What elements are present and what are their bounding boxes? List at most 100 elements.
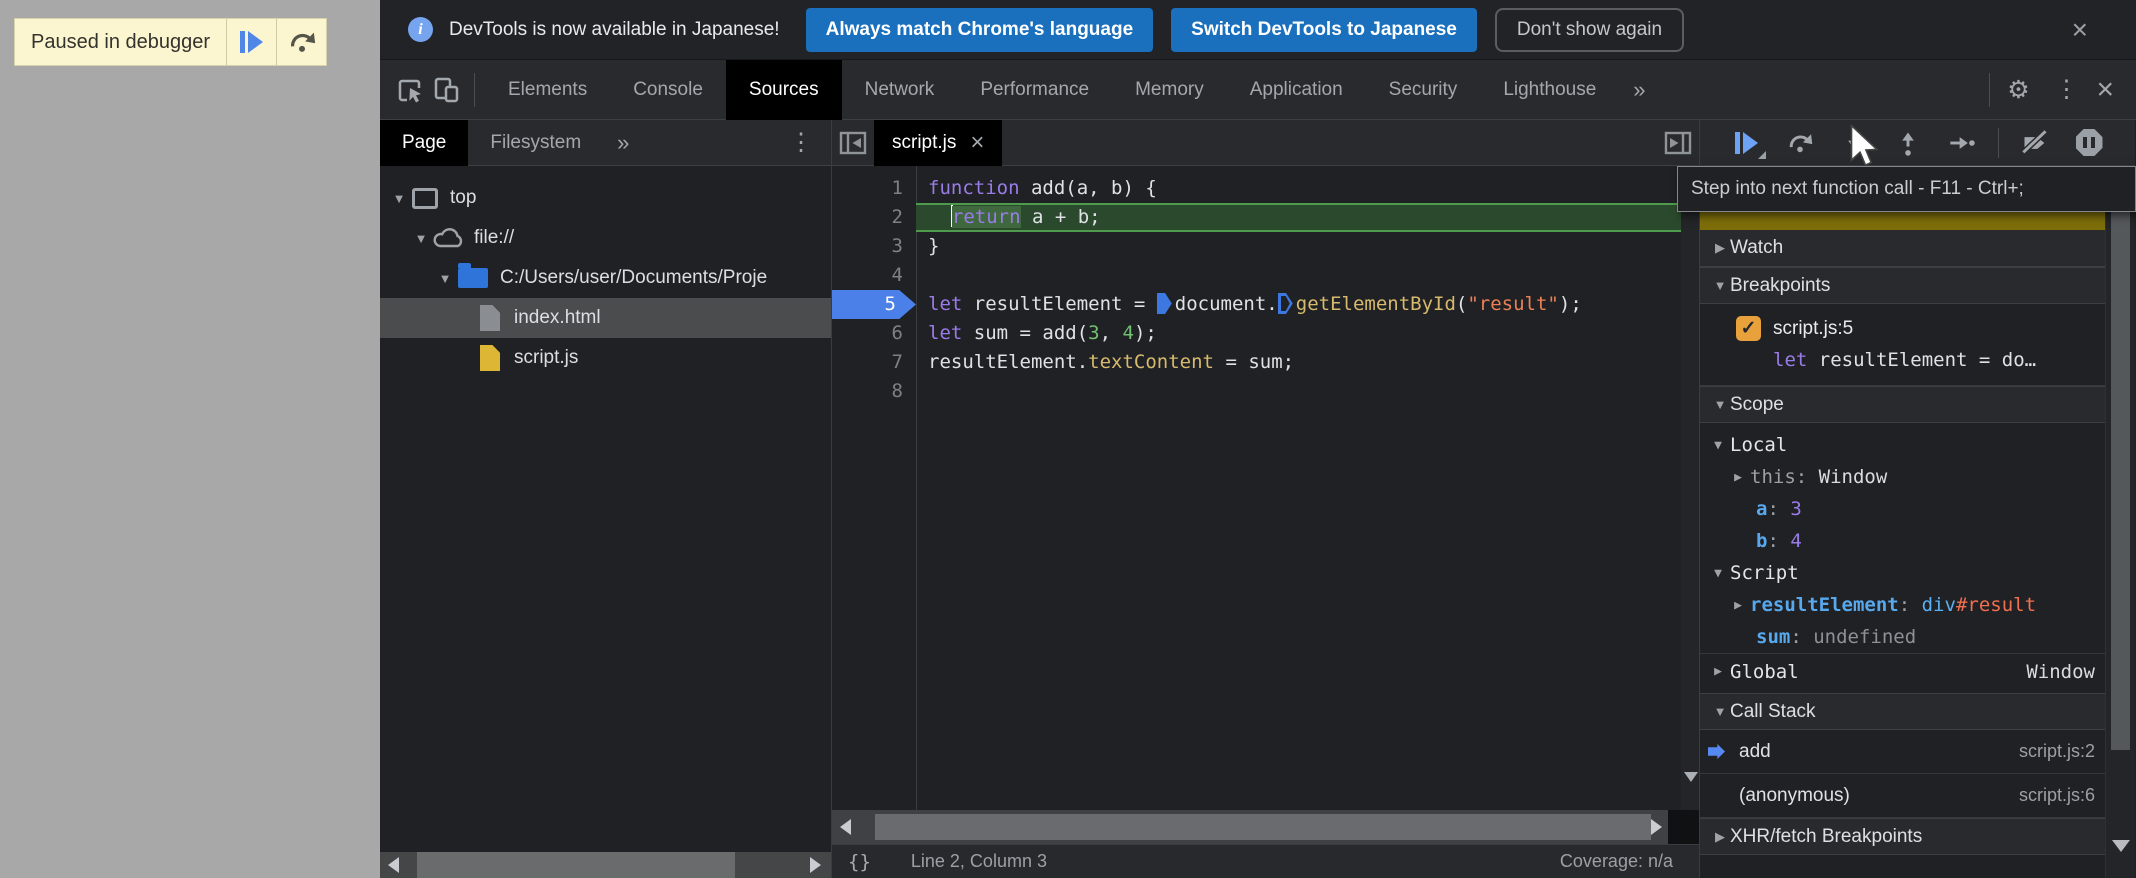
scrollbar-thumb[interactable]: [2111, 212, 2130, 750]
pretty-print-button[interactable]: {}: [848, 851, 871, 873]
code-line-7[interactable]: 7 resultElement.textContent = sum;: [832, 348, 1699, 377]
switch-devtools-japanese-button[interactable]: Switch DevTools to Japanese: [1171, 8, 1477, 52]
editor-tab-script-js[interactable]: script.js ×: [874, 120, 1002, 166]
breakpoint-line-number[interactable]: 5: [832, 290, 916, 319]
caret-down-icon[interactable]: ▼: [410, 231, 432, 246]
breakpoint-entry[interactable]: ✓ script.js:5 let resultElement = do…: [1700, 304, 2105, 386]
dont-show-again-button[interactable]: Don't show again: [1495, 8, 1684, 52]
caret-right-icon[interactable]: ▶: [1726, 470, 1750, 485]
caret-down-icon[interactable]: ▼: [434, 271, 456, 286]
line-number[interactable]: 7: [832, 348, 916, 377]
code-line-1[interactable]: 1 function add(a, b) {: [832, 174, 1699, 203]
tab-security[interactable]: Security: [1366, 60, 1481, 120]
scope-var-this[interactable]: ▶ this: Window: [1700, 461, 2105, 493]
sidebar-vertical-scrollbar[interactable]: [2105, 166, 2135, 878]
scrollbar-thumb[interactable]: [875, 814, 1651, 840]
caret-right-icon[interactable]: ▶: [1700, 240, 1730, 256]
scroll-left-icon[interactable]: [388, 857, 399, 873]
scroll-right-icon[interactable]: [1651, 819, 1662, 835]
navigator-tab-page[interactable]: Page: [380, 120, 468, 166]
more-tabs-button[interactable]: »: [1619, 77, 1659, 103]
caret-right-icon[interactable]: ▶: [1706, 664, 1730, 679]
caret-right-icon[interactable]: ▶: [1700, 829, 1730, 845]
tree-item-script-js[interactable]: script.js: [380, 338, 831, 378]
hide-navigator-button[interactable]: [832, 120, 874, 166]
tab-performance[interactable]: Performance: [957, 60, 1112, 120]
deactivate-breakpoints-button[interactable]: [2013, 123, 2057, 163]
caret-right-icon[interactable]: ▶: [1726, 598, 1750, 613]
tab-elements[interactable]: Elements: [485, 60, 610, 120]
step-over-button[interactable]: [1778, 123, 1822, 163]
scroll-down-icon[interactable]: [2112, 840, 2130, 852]
show-debugger-sidebar-button[interactable]: [1657, 120, 1699, 166]
editor-horizontal-scrollbar[interactable]: [832, 810, 1699, 844]
toggle-device-toolbar-button[interactable]: [428, 72, 464, 108]
section-xhr-breakpoints[interactable]: ▶ XHR/fetch Breakpoints: [1700, 818, 2105, 855]
step-button[interactable]: [1940, 123, 1984, 163]
tree-item-top[interactable]: ▼ top: [380, 178, 831, 218]
pause-on-exceptions-button[interactable]: [2067, 123, 2111, 163]
customize-devtools-button[interactable]: ⋮: [2036, 75, 2096, 104]
line-number[interactable]: 4: [832, 261, 916, 290]
line-number[interactable]: 8: [832, 377, 916, 406]
scrollbar-thumb[interactable]: [417, 852, 735, 878]
caret-down-icon[interactable]: ▼: [1700, 704, 1730, 719]
tab-lighthouse[interactable]: Lighthouse: [1480, 60, 1619, 120]
section-watch[interactable]: ▶ Watch: [1700, 230, 2105, 267]
scroll-right-icon[interactable]: [810, 857, 821, 873]
call-stack-frame-add[interactable]: add script.js:2: [1700, 730, 2105, 774]
code-line-3[interactable]: 3 }: [832, 232, 1699, 261]
breakpoint-checkbox[interactable]: ✓: [1736, 316, 1761, 341]
scope-global-header[interactable]: ▶ Global Window: [1700, 653, 2105, 689]
call-stack-frame-anonymous[interactable]: (anonymous) script.js:6: [1700, 774, 2105, 818]
tab-console[interactable]: Console: [610, 60, 726, 120]
caret-down-icon[interactable]: ▼: [1700, 278, 1730, 293]
scope-var-sum[interactable]: sum: undefined: [1700, 621, 2105, 653]
code-line-2-execution[interactable]: 2 return a + b;: [832, 203, 1699, 232]
navigator-horizontal-scrollbar[interactable]: [380, 852, 831, 878]
tab-application[interactable]: Application: [1227, 60, 1366, 120]
always-match-language-button[interactable]: Always match Chrome's language: [806, 8, 1154, 52]
code-line-8[interactable]: 8: [832, 377, 1699, 406]
line-number[interactable]: 1: [832, 174, 916, 203]
line-number[interactable]: 2: [832, 203, 916, 232]
navigator-more-tabs-button[interactable]: »: [603, 130, 643, 156]
tree-item-index-html[interactable]: index.html: [380, 298, 831, 338]
settings-button[interactable]: ⚙: [2000, 72, 2036, 108]
tab-memory[interactable]: Memory: [1112, 60, 1227, 120]
editor-tab-close-icon[interactable]: ×: [970, 131, 984, 155]
tab-network[interactable]: Network: [842, 60, 958, 120]
scope-local-header[interactable]: ▼ Local: [1700, 429, 2105, 461]
inspect-element-button[interactable]: [392, 72, 428, 108]
resume-script-button[interactable]: [1724, 123, 1768, 163]
infobar-close-icon[interactable]: ×: [2072, 16, 2088, 44]
code-line-4[interactable]: 4: [832, 261, 1699, 290]
tab-sources[interactable]: Sources: [726, 60, 842, 120]
navigator-tab-filesystem[interactable]: Filesystem: [468, 120, 603, 166]
scope-var-b[interactable]: b: 4: [1700, 525, 2105, 557]
section-scope[interactable]: ▼ Scope: [1700, 386, 2105, 423]
banner-resume-button[interactable]: [226, 19, 276, 65]
scope-script-header[interactable]: ▼ Script: [1700, 557, 2105, 589]
editor-vertical-scrollbar[interactable]: [1681, 166, 1699, 810]
section-call-stack[interactable]: ▼ Call Stack: [1700, 693, 2105, 730]
line-number[interactable]: 3: [832, 232, 916, 261]
close-devtools-button[interactable]: ×: [2096, 75, 2114, 105]
scroll-down-icon[interactable]: [1684, 772, 1698, 782]
code-editor[interactable]: 1 function add(a, b) { 2 return a + b; 3…: [832, 166, 1699, 810]
banner-step-over-button[interactable]: [276, 19, 326, 65]
caret-down-icon[interactable]: ▼: [1706, 566, 1730, 581]
caret-down-icon[interactable]: ▼: [388, 191, 410, 206]
step-out-button[interactable]: [1886, 123, 1930, 163]
scope-var-resultelement[interactable]: ▶ resultElement: div#result: [1700, 589, 2105, 621]
caret-down-icon[interactable]: ▼: [1706, 438, 1730, 453]
line-number[interactable]: 6: [832, 319, 916, 348]
section-breakpoints[interactable]: ▼ Breakpoints: [1700, 267, 2105, 304]
scroll-left-icon[interactable]: [840, 819, 851, 835]
tree-item-file-protocol[interactable]: ▼ file://: [380, 218, 831, 258]
tree-item-project-folder[interactable]: ▼ C:/Users/user/Documents/Proje: [380, 258, 831, 298]
scope-var-a[interactable]: a: 3: [1700, 493, 2105, 525]
code-line-5-breakpoint[interactable]: 5 let resultElement = document.getElemen…: [832, 290, 1699, 319]
code-line-6[interactable]: 6 let sum = add(3, 4);: [832, 319, 1699, 348]
navigator-menu-button[interactable]: ⋮: [771, 128, 831, 157]
